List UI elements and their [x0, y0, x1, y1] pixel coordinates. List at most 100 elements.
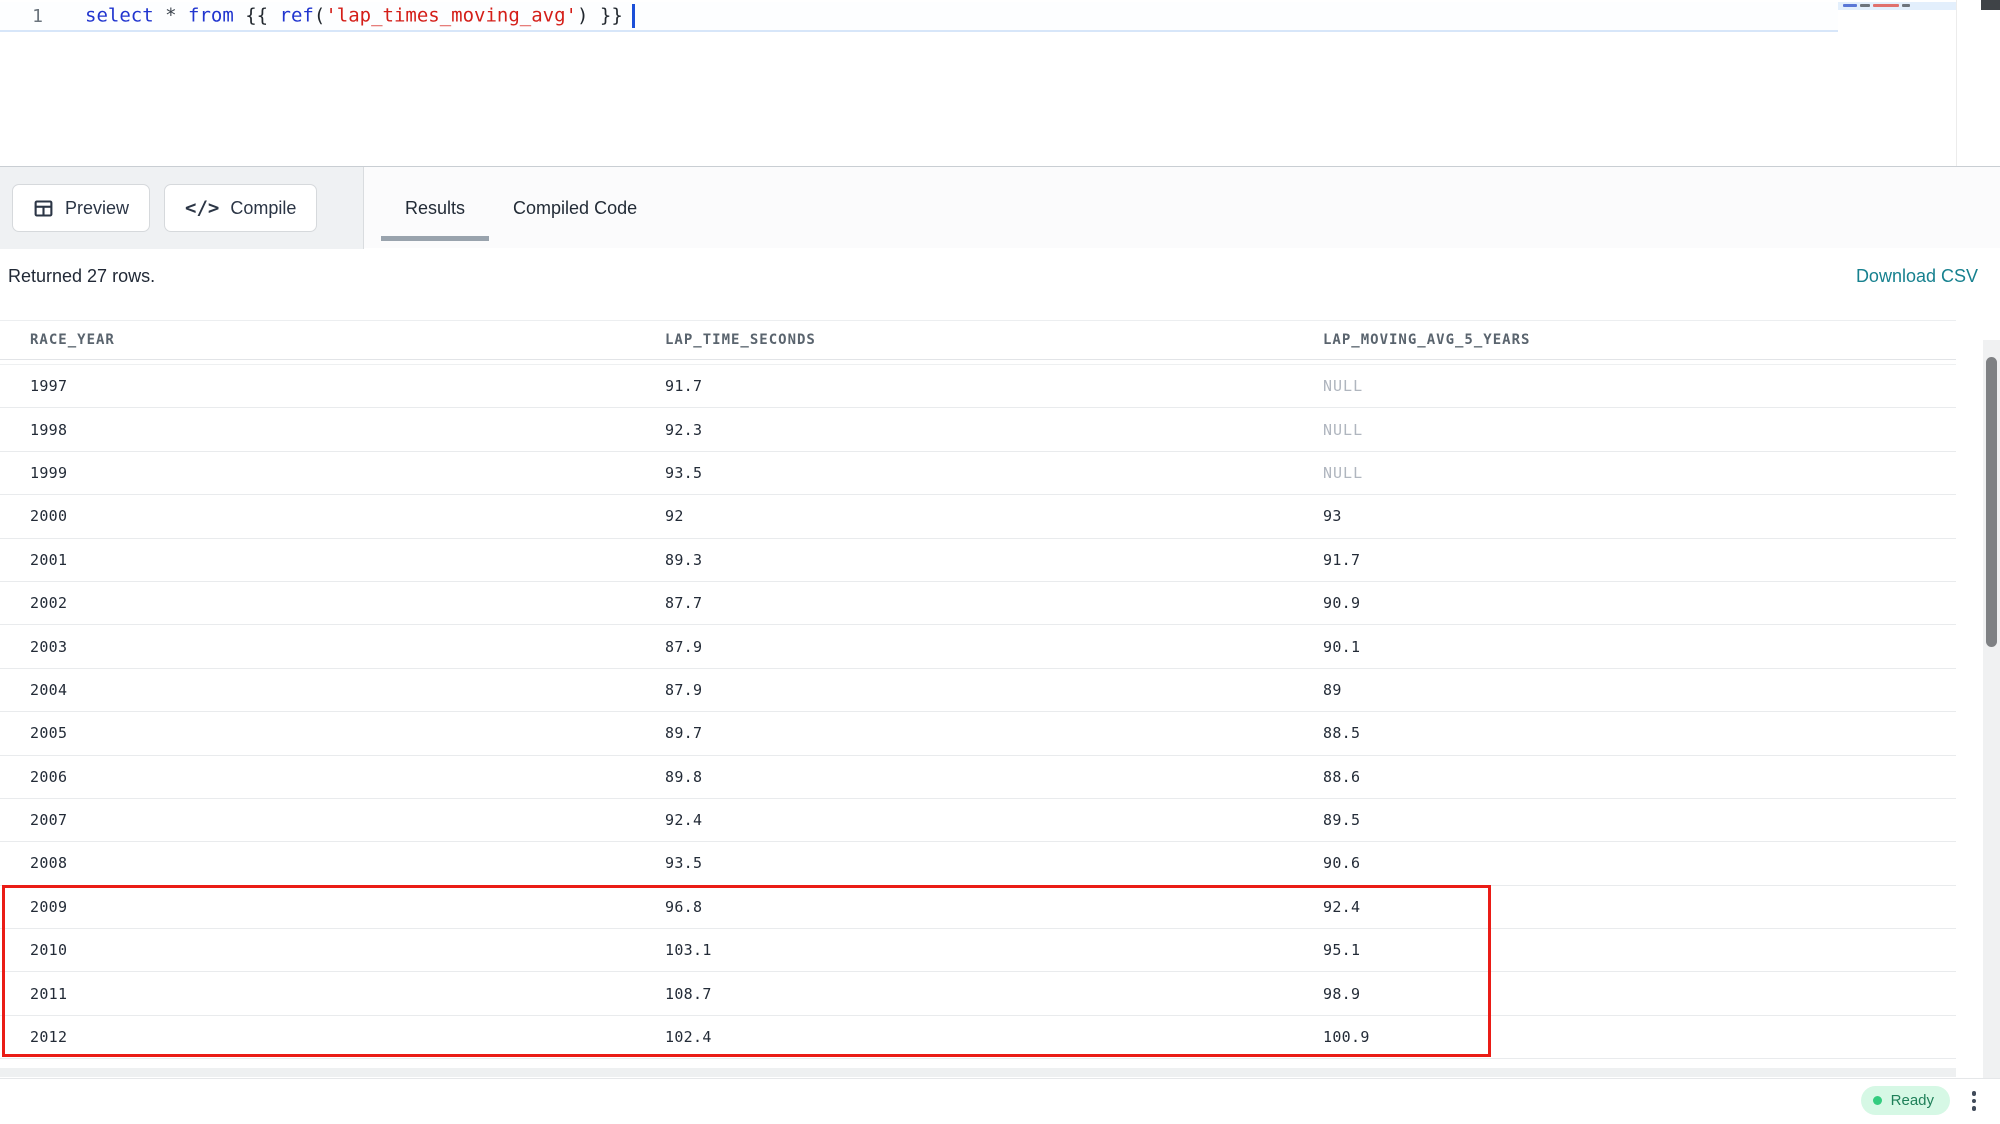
table-row[interactable]: 2012102.4100.9 [0, 1016, 1956, 1059]
table-cell: 92.4 [1323, 898, 1956, 916]
table-cell: 2005 [0, 724, 665, 742]
toolbar-divider [363, 167, 364, 249]
table-cell: 2009 [0, 898, 665, 916]
table-row[interactable]: 200996.892.4 [0, 886, 1956, 929]
code-token-plain [154, 5, 165, 27]
preview-button[interactable]: Preview [12, 184, 150, 232]
table-grid-icon [33, 198, 54, 219]
table-cell: 100.9 [1323, 1028, 1956, 1046]
table-cell: 2006 [0, 768, 665, 786]
table-cell: 2002 [0, 594, 665, 612]
table-cell: 2010 [0, 941, 665, 959]
minimap-code-dash [1860, 4, 1870, 7]
table-cell: 96.8 [665, 898, 1323, 916]
table-cell: 2003 [0, 638, 665, 656]
table-row[interactable]: 200689.888.6 [0, 756, 1956, 799]
code-token-keyword: select [85, 5, 154, 27]
table-cell: 88.5 [1323, 724, 1956, 742]
table-cell: 92.3 [665, 421, 1323, 439]
compile-button-label: Compile [230, 198, 296, 219]
table-cell: 91.7 [665, 377, 1323, 395]
table-cell: 87.9 [665, 638, 1323, 656]
table-cell: 2007 [0, 811, 665, 829]
table-row[interactable]: 200189.391.7 [0, 539, 1956, 582]
table-cell: 90.6 [1323, 854, 1956, 872]
table-cell: 1999 [0, 464, 665, 482]
preview-button-label: Preview [65, 198, 129, 219]
table-row[interactable]: 200487.989 [0, 669, 1956, 712]
tab-compiled-code[interactable]: Compiled Code [489, 167, 661, 249]
code-token-operator: * [165, 5, 176, 27]
toolbar-button-group: Preview </> Compile [0, 167, 363, 249]
active-tab-indicator [381, 236, 489, 241]
table-cell: 87.9 [665, 681, 1323, 699]
code-token-plain: }} [588, 5, 622, 27]
table-cell: 2000 [0, 507, 665, 525]
table-row[interactable]: 200387.990.1 [0, 625, 1956, 668]
table-row[interactable]: 2011108.798.9 [0, 972, 1956, 1015]
minimap-code-dash [1873, 4, 1899, 7]
code-token-plain: {{ [234, 5, 280, 27]
table-cell: 103.1 [665, 941, 1323, 959]
editor-edge-divider [1956, 0, 1957, 166]
code-token-keyword: from [188, 5, 234, 27]
table-cell: 91.7 [1323, 551, 1956, 569]
column-header-race-year[interactable]: RACE_YEAR [0, 332, 665, 348]
tab-compiled-code-label: Compiled Code [513, 198, 637, 219]
table-cell: 102.4 [665, 1028, 1323, 1046]
tab-results-label: Results [405, 198, 465, 219]
download-csv-link[interactable]: Download CSV [1856, 266, 1978, 287]
table-cell: 89.5 [1323, 811, 1956, 829]
table-row[interactable]: 20009293 [0, 495, 1956, 538]
editor-minimap[interactable] [1838, 0, 1956, 166]
table-row[interactable]: 200893.590.6 [0, 842, 1956, 885]
table-row[interactable]: 200792.489.5 [0, 799, 1956, 842]
table-cell: 1998 [0, 421, 665, 439]
table-cell: 90.9 [1323, 594, 1956, 612]
table-cell: NULL [1323, 421, 1956, 439]
status-bar: Ready [0, 1078, 2000, 1124]
editor-active-line[interactable]: 1 select * from {{ ref('lap_times_moving… [0, 2, 1838, 32]
table-row[interactable]: 199791.7NULL [0, 365, 1956, 408]
table-cell: 88.6 [1323, 768, 1956, 786]
table-cell: 2012 [0, 1028, 665, 1046]
table-row[interactable]: 2010103.195.1 [0, 929, 1956, 972]
sql-editor[interactable]: 1 select * from {{ ref('lap_times_moving… [0, 0, 2000, 166]
tab-results[interactable]: Results [381, 167, 489, 249]
table-cell: 98.9 [1323, 985, 1956, 1003]
code-token-string: 'lap_times_moving_avg' [325, 5, 577, 27]
row-count-summary: Returned 27 rows. [8, 266, 155, 287]
column-header-lap-time-seconds[interactable]: LAP_TIME_SECONDS [665, 332, 1323, 348]
line-number: 1 [0, 6, 75, 27]
table-cell: 108.7 [665, 985, 1323, 1003]
table-cell: 93 [1323, 507, 1956, 525]
table-row[interactable]: 199993.5NULL [0, 452, 1956, 495]
table-cell: 89 [1323, 681, 1956, 699]
table-cell: 90.1 [1323, 638, 1956, 656]
column-header-lap-moving-avg-5-years[interactable]: LAP_MOVING_AVG_5_YEARS [1323, 332, 1956, 348]
ready-status-badge: Ready [1861, 1086, 1950, 1115]
horizontal-scrollbar-track[interactable] [0, 1068, 1956, 1077]
code-line-content[interactable]: select * from {{ ref('lap_times_moving_a… [75, 4, 635, 28]
editor-scrollbar-thumb[interactable] [1981, 0, 2000, 10]
vertical-scrollbar-thumb[interactable] [1986, 357, 1997, 647]
table-cell: 95.1 [1323, 941, 1956, 959]
table-cell: 2008 [0, 854, 665, 872]
code-brackets-icon: </> [185, 197, 219, 219]
table-row[interactable]: 200287.790.9 [0, 582, 1956, 625]
results-toolbar: Preview </> Compile Results Compiled Cod… [0, 166, 2000, 248]
compile-button[interactable]: </> Compile [164, 184, 317, 232]
table-cell: NULL [1323, 464, 1956, 482]
text-cursor-caret [632, 4, 635, 28]
table-row[interactable]: 200589.788.5 [0, 712, 1956, 755]
table-row[interactable]: 199892.3NULL [0, 408, 1956, 451]
code-token-plain: ( [314, 5, 325, 27]
code-token-function: ref [280, 5, 314, 27]
table-cell: 92.4 [665, 811, 1323, 829]
code-token-plain: ) [577, 5, 588, 27]
table-cell: NULL [1323, 377, 1956, 395]
code-token-plain [177, 5, 188, 27]
kebab-menu-icon[interactable] [1966, 1089, 1982, 1113]
minimap-code-dash [1843, 4, 1857, 7]
ready-status-label: Ready [1891, 1092, 1934, 1109]
